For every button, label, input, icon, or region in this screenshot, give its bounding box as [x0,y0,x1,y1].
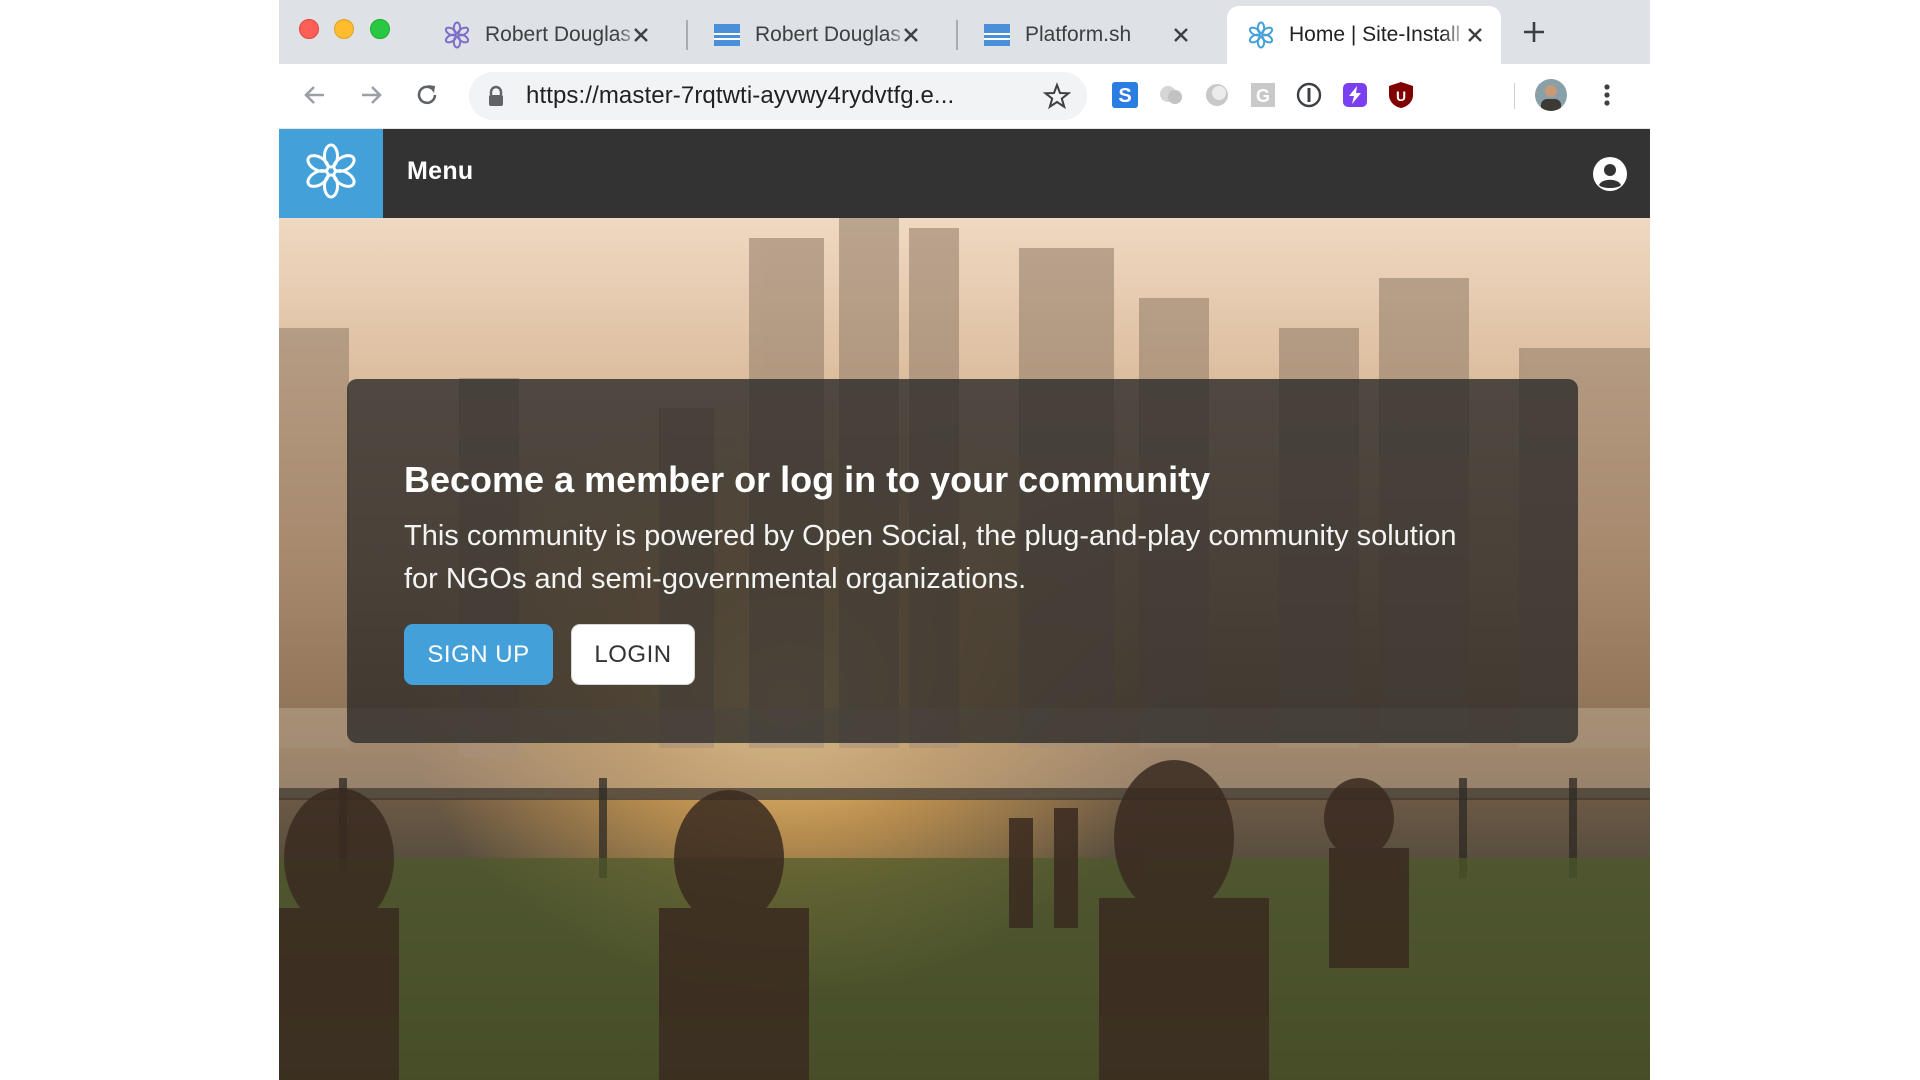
web-page: Menu Become a member or log in to your c… [279,129,1650,1080]
site-navbar: Menu [279,129,1650,218]
tab-title: Robert Douglas [755,23,901,46]
profile-avatar[interactable] [1534,78,1568,112]
close-icon[interactable] [1169,23,1193,47]
flower-icon [443,21,471,49]
sign-up-button[interactable]: SIGN UP [404,624,553,685]
skype-s-icon[interactable]: S [1110,80,1140,110]
close-icon[interactable] [1463,23,1487,47]
window-close-button[interactable] [299,19,319,39]
close-icon[interactable] [899,23,923,47]
tab-title: Platform.sh [1025,23,1132,46]
account-icon[interactable] [1592,156,1628,192]
doc-lines-icon [713,21,741,49]
login-button[interactable]: LOGIN [571,624,695,685]
url-text: https://master-7rqtwti-ayvwy4rydvtfg.e..… [526,82,955,109]
svg-text:S: S [1118,85,1131,107]
onepassword-icon[interactable] [1294,80,1324,110]
ublock-u-icon[interactable]: U [1386,80,1416,110]
hero-description: This community is powered by Open Social… [404,520,1457,595]
address-bar[interactable]: https://master-7rqtwti-ayvwy4rydvtfg.e..… [469,72,1087,120]
lock-icon [487,85,505,112]
browser-tab[interactable]: Robert Douglas [423,6,667,64]
cloud-icon[interactable] [1156,80,1186,110]
join-community-card: Become a member or log in to your commun… [347,379,1578,743]
grammarly-g-icon[interactable]: G [1248,80,1278,110]
doc-lines-icon [983,21,1011,49]
purple-bolt-icon[interactable] [1340,80,1370,110]
reload-button[interactable] [410,78,444,112]
back-button[interactable] [298,78,332,112]
browser-toolbar: https://master-7rqtwti-ayvwy4rydvtfg.e..… [279,64,1650,129]
window-minimize-button[interactable] [334,19,354,39]
new-tab-button[interactable] [1519,17,1549,47]
svg-text:U: U [1396,88,1406,104]
tab-title: Robert Douglas [485,23,631,46]
flower-logo-icon [303,143,359,204]
forward-button[interactable] [354,78,388,112]
close-icon[interactable] [629,23,653,47]
tab-title: Home | Site-Install [1289,23,1461,46]
browser-window: Robert Douglas Robert Douglas Platform.s… [279,0,1650,1080]
tab-strip: Robert Douglas Robert Douglas Platform.s… [279,0,1650,64]
menu-button[interactable]: Menu [407,157,473,186]
flower-icon [1247,21,1275,49]
bookmark-star-icon[interactable] [1042,82,1072,115]
window-maximize-button[interactable] [370,19,390,39]
browser-tab[interactable]: Robert Douglas [693,6,937,64]
site-logo[interactable] [279,129,383,218]
more-vert-icon[interactable] [1592,80,1622,110]
hero-background-image: Become a member or log in to your commun… [279,218,1650,1080]
hero-title: Become a member or log in to your commun… [404,459,1211,500]
circle-icon[interactable] [1202,80,1232,110]
svg-text:G: G [1256,86,1270,106]
browser-tab[interactable]: Platform.sh [963,6,1207,64]
browser-tab-active[interactable]: Home | Site-Install [1227,6,1501,64]
